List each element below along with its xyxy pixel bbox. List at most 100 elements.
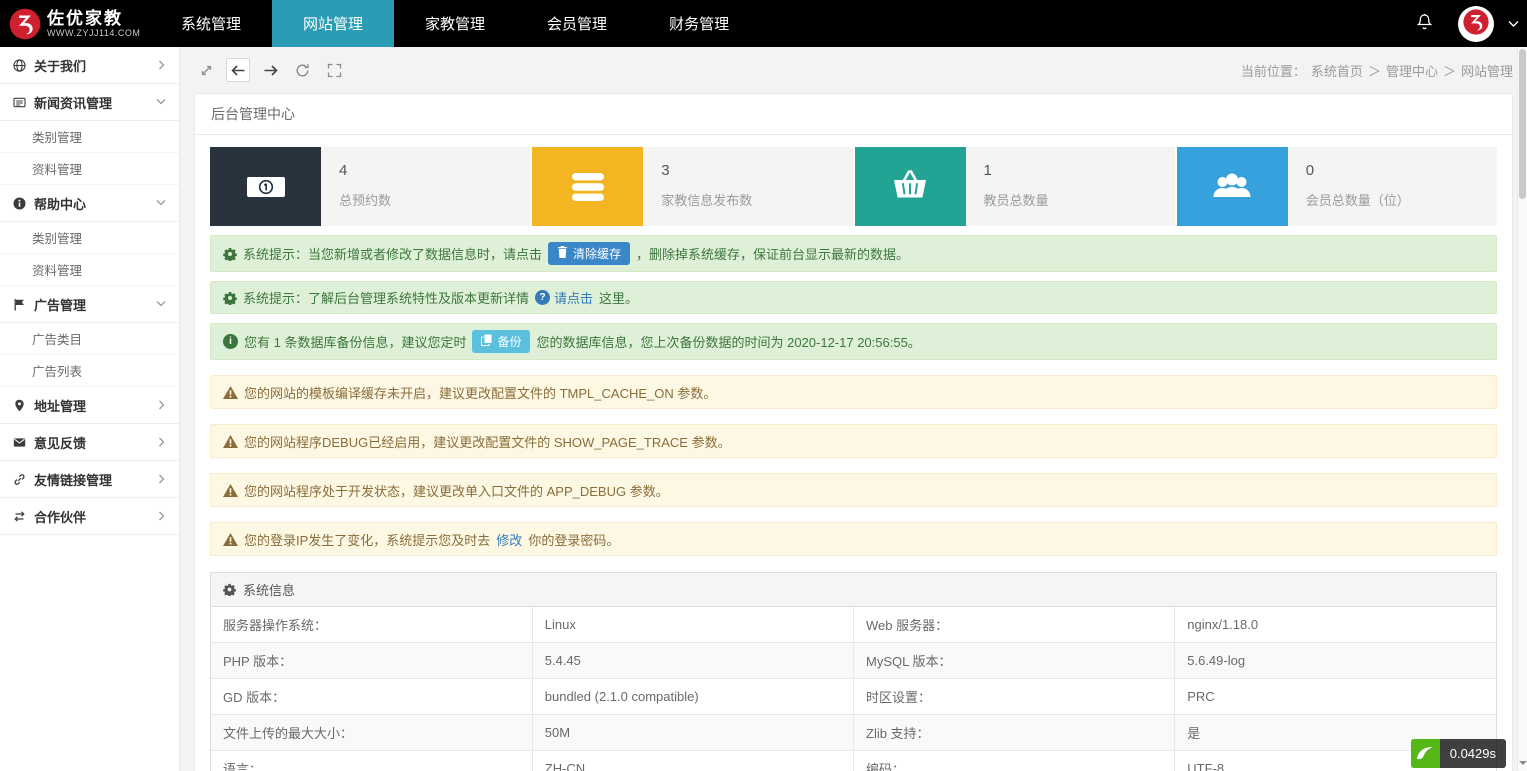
scrollbar-thumb[interactable] — [1519, 49, 1526, 199]
user-menu-button[interactable] — [1508, 16, 1519, 31]
brand-title: 佐优家教 — [47, 9, 140, 29]
topbar: 佐优家教 WWW.ZYJJ114.COM 系统管理 网站管理 家教管理 会员管理… — [0, 0, 1527, 47]
stat-value: 0 — [1306, 162, 1479, 179]
breadcrumb-home[interactable]: 系统首页 — [1311, 61, 1363, 80]
notifications-button[interactable] — [1404, 0, 1444, 47]
scrollbar-down-arrow[interactable] — [1518, 758, 1527, 770]
fullscreen-icon[interactable] — [322, 58, 346, 82]
resize-icon[interactable] — [194, 58, 218, 82]
info-value: nginx/1.18.0 — [1175, 607, 1496, 643]
stat-label: 教员总数量 — [984, 190, 1157, 209]
stat-card-tutor-posts: 3 家教信息发布数 — [532, 147, 852, 226]
breadcrumb: 当前位置： 系统首页 ＞ 管理中心 ＞ 网站管理 — [1241, 61, 1513, 80]
chevron-right-icon — [158, 437, 166, 447]
main-panel: 后台管理中心 4 总预约数 — [194, 93, 1513, 771]
backup-button[interactable]: 备份 — [472, 330, 530, 353]
info-label: PHP 版本： — [211, 643, 532, 679]
topbar-right — [1404, 0, 1527, 47]
sidebar-item-partners[interactable]: 合作伙伴 — [0, 498, 179, 535]
main-content: 当前位置： 系统首页 ＞ 管理中心 ＞ 网站管理 后台管理中心 — [180, 47, 1527, 771]
alert-text: 系统提示：当您新增或者修改了数据信息时，请点击 — [243, 244, 542, 263]
alert-text: 系统提示：了解后台管理系统特性及版本更新详情 — [243, 288, 529, 307]
sidebar-subitem-help-material[interactable]: 资料管理 — [0, 254, 179, 286]
sidebar-subitem-news-material[interactable]: 资料管理 — [0, 153, 179, 185]
sidebar-subitem-ads-category[interactable]: 广告类目 — [0, 323, 179, 355]
stat-card-appointments: 4 总预约数 — [210, 147, 530, 226]
system-info-title: 系统信息 — [243, 580, 295, 599]
chevron-down-icon — [156, 199, 166, 207]
top-nav: 系统管理 网站管理 家教管理 会员管理 财务管理 — [150, 0, 760, 47]
sidebar-item-news[interactable]: 新闻资讯管理 — [0, 84, 179, 121]
table-row: 文件上传的最大大小： 50M Zlib 支持： 是 — [211, 715, 1496, 751]
chevron-down-icon — [1508, 16, 1519, 31]
nav-item-finance[interactable]: 财务管理 — [638, 0, 760, 47]
news-icon — [13, 96, 34, 109]
sidebar-item-links[interactable]: 友情链接管理 — [0, 461, 179, 498]
chevron-right-icon — [158, 474, 166, 484]
arrow-right-icon[interactable] — [258, 58, 282, 82]
stat-value: 4 — [339, 162, 512, 179]
sidebar-item-label: 广告管理 — [34, 295, 86, 314]
stat-label: 家教信息发布数 — [661, 190, 834, 209]
thinkphp-icon — [1411, 739, 1440, 768]
alert-text: 您的网站程序DEBUG已经启用，建议更改配置文件的 SHOW_PAGE_TRAC… — [244, 432, 731, 451]
chevron-right-icon — [158, 400, 166, 410]
info-value: 5.4.45 — [532, 643, 853, 679]
sidebar-subitem-ads-list[interactable]: 广告列表 — [0, 355, 179, 387]
stat-label: 会员总数量（位） — [1306, 190, 1479, 209]
nav-item-member[interactable]: 会员管理 — [516, 0, 638, 47]
nav-item-website[interactable]: 网站管理 — [272, 0, 394, 47]
sidebar-item-feedback[interactable]: 意见反馈 — [0, 424, 179, 461]
info-label: MySQL 版本： — [854, 643, 1175, 679]
refresh-icon[interactable] — [290, 58, 314, 82]
sidebar: 关于我们 新闻资讯管理 类别管理 资料管理 帮助中心 类别管理 资料管理 广告管… — [0, 47, 180, 771]
sidebar-item-about[interactable]: 关于我们 — [0, 47, 179, 84]
list-icon — [532, 147, 643, 226]
clear-cache-button[interactable]: 清除缓存 — [548, 242, 630, 265]
info-label: 服务器操作系统： — [211, 607, 532, 643]
gear-icon — [223, 247, 237, 261]
table-row: 语言： ZH-CN 编码： UTF-8 — [211, 751, 1496, 771]
alert-warning-login-ip: 您的登录IP发生了变化，系统提示您及时去 修改 你的登录密码。 — [210, 522, 1497, 556]
sidebar-item-ads[interactable]: 广告管理 — [0, 286, 179, 323]
flag-icon — [13, 298, 34, 311]
breadcrumb-admin-center[interactable]: 管理中心 — [1386, 61, 1438, 80]
sidebar-subitem-news-category[interactable]: 类别管理 — [0, 121, 179, 153]
nav-item-system[interactable]: 系统管理 — [150, 0, 272, 47]
sidebar-item-label: 新闻资讯管理 — [34, 93, 112, 112]
alert-text: 您的数据库信息，您上次备份数据的时间为 2020-12-17 20:56:55。 — [536, 332, 920, 351]
change-password-link[interactable]: 修改 — [496, 530, 522, 549]
brand-logo[interactable]: 佐优家教 WWW.ZYJJ114.COM — [0, 0, 150, 47]
exec-time-badge[interactable]: 0.0429s — [1411, 739, 1506, 768]
alert-text: 您有 1 条数据库备份信息，建议您定时 — [244, 332, 466, 351]
breadcrumb-current: 网站管理 — [1461, 61, 1513, 80]
avatar[interactable] — [1458, 6, 1494, 42]
gear-icon — [223, 583, 236, 596]
envelope-icon — [13, 436, 34, 449]
info-label: 时区设置： — [854, 679, 1175, 715]
sidebar-subitem-help-category[interactable]: 类别管理 — [0, 222, 179, 254]
info-value: ZH-CN — [532, 751, 853, 771]
arrow-left-icon[interactable] — [226, 58, 250, 82]
table-row: PHP 版本： 5.4.45 MySQL 版本： 5.6.49-log — [211, 643, 1496, 679]
tab-toolbar: 当前位置： 系统首页 ＞ 管理中心 ＞ 网站管理 — [194, 47, 1513, 93]
nav-item-tutor[interactable]: 家教管理 — [394, 0, 516, 47]
globe-icon — [13, 59, 34, 72]
version-details-link[interactable]: ? 请点击 — [535, 288, 593, 307]
page-scrollbar[interactable] — [1517, 47, 1527, 771]
sidebar-item-label: 友情链接管理 — [34, 470, 112, 489]
brand-logo-icon — [8, 7, 42, 41]
chevron-down-icon — [156, 98, 166, 106]
table-row: 服务器操作系统： Linux Web 服务器： nginx/1.18.0 — [211, 607, 1496, 643]
system-info-section: 系统信息 服务器操作系统： Linux Web 服务器： nginx/1.18.… — [210, 572, 1497, 771]
info-value: PRC — [1175, 679, 1496, 715]
alert-version-info: 系统提示：了解后台管理系统特性及版本更新详情 ? 请点击 这里。 — [210, 281, 1497, 314]
alert-text: 这里。 — [599, 288, 638, 307]
help-icon — [13, 197, 34, 210]
stat-value: 1 — [984, 162, 1157, 179]
sidebar-item-help[interactable]: 帮助中心 — [0, 185, 179, 222]
sidebar-item-address[interactable]: 地址管理 — [0, 387, 179, 424]
info-value: 50M — [532, 715, 853, 751]
breadcrumb-separator: ＞ — [1443, 61, 1456, 80]
breadcrumb-separator: ＞ — [1368, 61, 1381, 80]
